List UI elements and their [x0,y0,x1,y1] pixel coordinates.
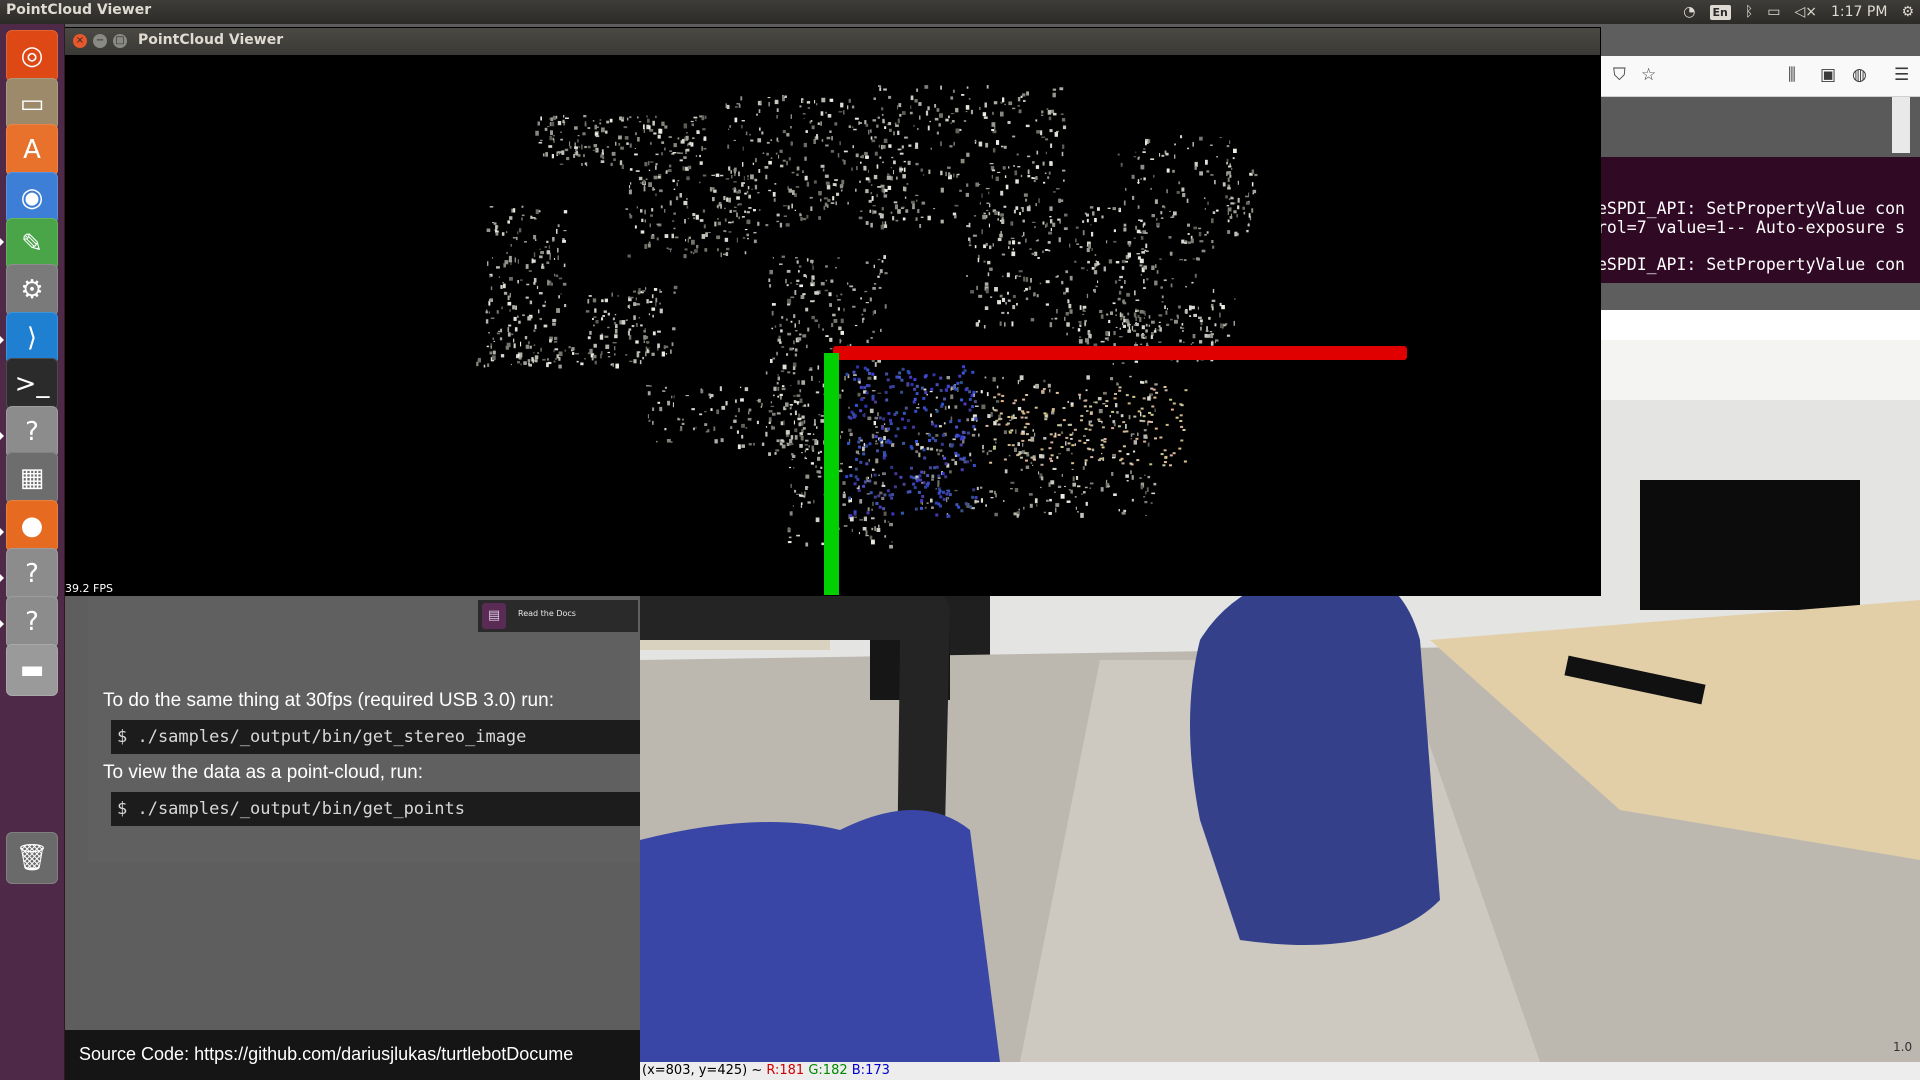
firefox-icon[interactable]: ● [6,500,58,552]
system-settings-icon[interactable]: ⚙ [6,264,58,316]
calculator-icon[interactable]: ▦ [6,452,58,504]
browser-scrollbar[interactable] [1892,97,1910,153]
rtd-label: Read the Docs [518,609,576,618]
volume-muted-icon[interactable]: ◁× [1795,4,1818,20]
top-panel: PointCloud Viewer ◔ En ᛒ ▭ ◁× 1:17 PM ⚙ [0,0,1920,24]
docs-text-pointcloud: To view the data as a point-cloud, run: [103,762,424,783]
pixel-green: G:182 [808,1063,848,1078]
source-code-link[interactable]: Source Code: https://github.com/dariusjl… [64,1030,640,1080]
bookmark-star-icon[interactable]: ☆ [1641,65,1656,85]
minimize-icon[interactable]: − [93,34,107,48]
maximize-icon[interactable]: □ [113,34,127,48]
cursor-coords: (x=803, y=425) ~ [642,1063,763,1078]
bluetooth-icon[interactable]: ᛒ [1745,4,1753,20]
sidebar-icon[interactable]: ▣ [1820,65,1836,85]
running-indicator [0,238,4,246]
running-indicator [0,574,4,582]
unknown-app-1-icon[interactable]: ? [6,406,58,458]
gear-icon[interactable]: ⚙ [1901,4,1914,20]
sync-account-icon[interactable]: ◍ [1852,65,1867,85]
pointcloud-titlebar[interactable]: × − □ PointCloud Viewer [65,28,1600,55]
software-center-icon[interactable]: A [6,124,58,176]
battery-icon[interactable]: ▭ [1767,4,1780,20]
library-icon[interactable]: ⫼ [1788,65,1796,85]
menu-icon[interactable]: ☰ [1894,65,1909,85]
point-cloud [476,85,1258,549]
running-indicator [0,620,4,628]
blue-chair [1190,569,1440,945]
indicator-area: ◔ En ᛒ ▭ ◁× 1:17 PM ⚙ [1683,0,1914,24]
running-indicator [0,432,4,440]
rtd-logo-icon: ▤ [482,603,506,629]
y-axis-marker [824,353,839,595]
keyboard-layout-indicator[interactable]: En [1709,4,1731,20]
wifi-icon[interactable]: ◔ [1683,4,1695,20]
launcher: ◎ ▭ A ◉ ✎ ⚙ ⟩ >_? ▦ ●?? ▬ 🗑 [0,24,65,1080]
unknown-app-3-icon[interactable]: ? [6,596,58,648]
clock[interactable]: 1:17 PM [1831,4,1887,20]
blue-chair-foreground [640,810,1000,1062]
docs-text-30fps: To do the same thing at 30fps (required … [103,690,554,711]
running-indicator [0,336,4,344]
monitor [1640,480,1860,610]
camera-status-bar: (x=803, y=425) ~ R:181 G:182 B:173 [640,1062,1920,1080]
trash-icon[interactable]: 🗑 [6,832,58,884]
close-icon[interactable]: × [73,34,87,48]
text-editor-icon[interactable]: ✎ [6,218,58,270]
pointcloud-window[interactable]: × − □ PointCloud Viewer 39.2 FPS [65,28,1600,595]
x-axis-marker [833,346,1407,360]
vscode-icon[interactable]: ⟩ [6,312,58,364]
unknown-app-2-icon[interactable]: ? [6,548,58,600]
terminal-icon[interactable]: >_ [6,358,58,410]
active-app-title: PointCloud Viewer [6,2,152,18]
pocket-icon[interactable]: ⛉ [1613,65,1626,85]
pixel-blue: B:173 [851,1063,890,1078]
running-indicator [0,528,4,536]
rtd-thumbnail[interactable]: ▤ Read the Docs [478,600,638,632]
files-icon[interactable]: ▭ [6,78,58,130]
pointcloud-title: PointCloud Viewer [138,32,284,48]
drive-icon[interactable]: ▬ [6,644,58,696]
code-block-points[interactable]: $ ./samples/_output/bin/get_points [111,792,641,826]
fps-counter: 39.2 FPS [65,582,113,595]
pixel-red: R:181 [766,1063,805,1078]
ubuntu-dash-icon[interactable]: ◎ [6,30,58,82]
zoom-indicator: 1.0 [1893,1040,1913,1054]
code-block-stereo[interactable]: $ ./samples/_output/bin/get_stereo_image [111,720,641,754]
chromium-icon[interactable]: ◉ [6,172,58,224]
pointcloud-canvas[interactable] [65,55,1600,595]
